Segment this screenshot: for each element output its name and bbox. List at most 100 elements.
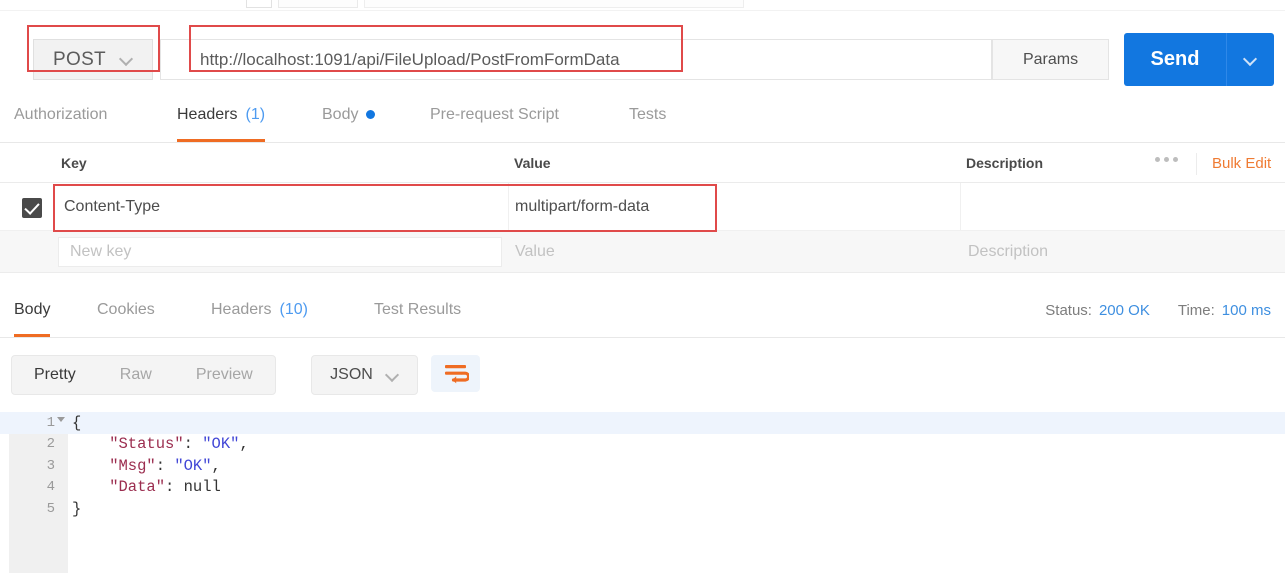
response-tab-bar: Status: 200 OK Time: 100 ms Body Cookies Hea…	[0, 284, 1285, 338]
tab-label: Body	[322, 105, 359, 123]
code-line-text: "Data": null	[72, 477, 221, 499]
view-mode-preview[interactable]: Preview	[174, 356, 275, 394]
code-token: :	[165, 478, 184, 497]
clipped-fragment	[246, 0, 272, 8]
response-tab-cookies[interactable]: Cookies	[97, 284, 155, 337]
code-token: ,	[239, 435, 249, 454]
view-mode-pretty[interactable]: Pretty	[12, 356, 98, 394]
request-url-bar: POST http://localhost:1091/api/FileUploa…	[0, 11, 1285, 89]
code-line-text: {	[72, 412, 81, 434]
code-token: :	[155, 456, 175, 475]
row-enabled-checkbox[interactable]	[22, 198, 42, 218]
code-line: 4 "Data": null	[0, 477, 1285, 499]
request-tab-authorization[interactable]: Authorization	[14, 89, 107, 142]
tab-label: Headers	[211, 300, 272, 318]
code-lines: 1{2 "Status": "OK", 3 "Msg": "OK", 4 "Data…	[0, 412, 1285, 520]
tab-count: (10)	[279, 300, 308, 318]
clipped-fragment	[278, 0, 358, 8]
tab-label: Test Results	[374, 300, 462, 318]
tab-label: Pre-request Script	[430, 105, 559, 123]
line-number: 4	[46, 479, 55, 496]
new-value-input[interactable]: Value	[515, 243, 555, 261]
request-tab-body[interactable]: Body	[322, 89, 376, 142]
code-token: :	[183, 435, 203, 454]
status-badge: Status: 200 OK	[1045, 302, 1150, 319]
column-header-description: Description	[966, 155, 1044, 171]
send-button-group[interactable]: Send	[1124, 33, 1274, 86]
headers-table-header: Key Value Description Bulk Edit	[0, 143, 1285, 183]
code-token: "OK"	[202, 435, 240, 454]
response-body-viewer[interactable]: 1{2 "Status": "OK", 3 "Msg": "OK", 4 "Data…	[0, 412, 1285, 573]
code-token: "Msg"	[72, 456, 156, 475]
response-tab-test-results[interactable]: Test Results	[374, 284, 461, 337]
code-token: "Data"	[72, 478, 166, 497]
line-number: 5	[46, 500, 55, 517]
request-tab-headers[interactable]: Headers (1)	[177, 89, 266, 142]
response-meta: Status: 200 OK Time: 100 ms	[1045, 302, 1271, 319]
status-label: Status:	[1045, 302, 1092, 319]
chevron-down-icon	[1244, 53, 1257, 66]
request-tab-pre-request-script[interactable]: Pre-request Script	[430, 89, 559, 142]
code-line: 3 "Msg": "OK",	[0, 455, 1285, 477]
active-tab-underline	[14, 334, 51, 337]
code-token: null	[183, 478, 221, 497]
time-badge: Time: 100 ms	[1178, 302, 1271, 319]
tab-label: Cookies	[97, 300, 155, 318]
code-line-text: "Status": "OK",	[72, 434, 249, 456]
request-tab-tests[interactable]: Tests	[629, 89, 666, 142]
params-button[interactable]: Params	[992, 39, 1109, 80]
request-tab-bar: Authorization Headers (1) Body Pre-request S…	[0, 89, 1285, 143]
tab-label: Body	[14, 300, 51, 318]
send-options-button[interactable]	[1226, 33, 1274, 86]
clipped-toolbar-strip	[0, 0, 1285, 11]
header-description-cell[interactable]	[961, 183, 1285, 230]
unsaved-indicator-icon	[366, 110, 376, 119]
clipped-fragment	[364, 0, 744, 8]
code-token: {	[72, 413, 82, 432]
line-number: 2	[46, 436, 55, 453]
active-tab-underline	[177, 139, 266, 142]
chevron-down-icon	[120, 53, 133, 66]
bulk-edit-button[interactable]: Bulk Edit	[1212, 155, 1271, 172]
divider	[1196, 153, 1197, 175]
table-row[interactable]: Content-Type multipart/form-data	[0, 183, 1285, 231]
tab-count: (1)	[245, 105, 266, 123]
tab-label: Authorization	[14, 105, 108, 123]
chevron-down-icon	[386, 369, 399, 382]
code-line-text: }	[72, 498, 81, 520]
header-value-cell[interactable]: multipart/form-data	[509, 183, 961, 230]
headers-table: Key Value Description Bulk Edit Content-…	[0, 143, 1285, 273]
code-line: 5}	[0, 498, 1285, 520]
time-value: 100 ms	[1221, 302, 1271, 319]
tab-label: Headers	[177, 105, 238, 123]
column-header-key: Key	[61, 155, 87, 171]
new-description-input[interactable]: Description	[968, 243, 1048, 261]
code-line: 2 "Status": "OK",	[0, 434, 1285, 456]
url-text: http://localhost:1091/api/FileUpload/Pos…	[200, 49, 620, 69]
line-number: 3	[46, 457, 55, 474]
fold-toggle-icon[interactable]	[57, 417, 65, 422]
header-key-cell[interactable]: Content-Type	[53, 183, 509, 230]
format-selector[interactable]: JSON	[311, 355, 418, 395]
url-input[interactable]: http://localhost:1091/api/FileUpload/Pos…	[160, 39, 992, 80]
view-mode-segmented-control[interactable]: Pretty Raw Preview	[11, 355, 276, 395]
http-method-label: POST	[53, 48, 106, 70]
code-token: "OK"	[174, 456, 212, 475]
response-tab-headers[interactable]: Headers (10)	[211, 284, 308, 337]
code-line-text: "Msg": "OK",	[72, 455, 221, 477]
word-wrap-icon[interactable]	[431, 355, 480, 392]
code-token: }	[72, 499, 82, 518]
send-button[interactable]: Send	[1124, 33, 1226, 86]
view-mode-raw[interactable]: Raw	[98, 356, 174, 394]
new-key-input[interactable]: New key	[58, 237, 502, 267]
response-tab-body[interactable]: Body	[14, 284, 51, 337]
line-number: 1	[46, 414, 55, 431]
column-header-value: Value	[514, 155, 551, 171]
format-label: JSON	[330, 366, 373, 383]
http-method-selector[interactable]: POST	[33, 39, 153, 80]
ellipsis-icon[interactable]	[1155, 157, 1178, 162]
new-header-row[interactable]: New key Value Description	[0, 231, 1285, 273]
code-token: "Status"	[72, 435, 184, 454]
code-line: 1{	[0, 412, 1285, 434]
status-value: 200 OK	[1098, 302, 1150, 319]
